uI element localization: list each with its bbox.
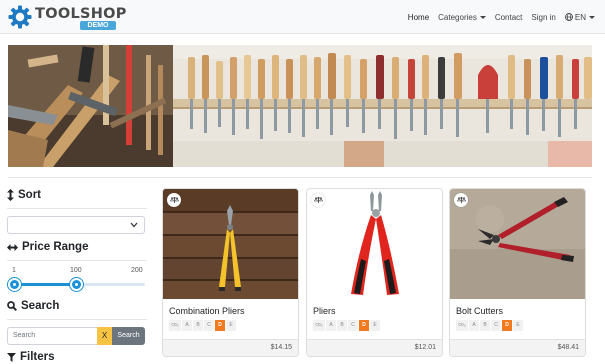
co2-label: co₂ bbox=[313, 320, 325, 331]
price-range-heading: Price Range bbox=[7, 241, 88, 253]
product-card[interactable]: Bolt Cutters co₂ A B C D E $48.41 bbox=[449, 188, 586, 357]
co2-grade: B bbox=[193, 320, 203, 331]
card-footer: $14.15 bbox=[163, 339, 298, 356]
co2-grade: E bbox=[370, 320, 380, 331]
price-slider-labels: 1 100 200 bbox=[7, 267, 147, 277]
search-heading: Search bbox=[7, 300, 59, 312]
nav-contact[interactable]: Contact bbox=[495, 13, 523, 22]
product-price: $14.15 bbox=[270, 344, 292, 351]
product-title[interactable]: Bolt Cutters bbox=[456, 306, 503, 316]
co2-grade: A bbox=[182, 320, 192, 331]
eco-badge-icon bbox=[311, 193, 325, 207]
card-footer: $12.01 bbox=[307, 339, 442, 356]
sort-arrows-icon bbox=[7, 189, 14, 201]
product-card[interactable]: Combination Pliers co₂ A B C D E $14.15 bbox=[162, 188, 299, 357]
nav-categories[interactable]: Categories bbox=[438, 13, 486, 22]
co2-grade: E bbox=[226, 320, 236, 331]
co2-grade: C bbox=[204, 320, 214, 331]
co2-grade-active: D bbox=[215, 320, 225, 331]
gear-logo-icon bbox=[8, 5, 32, 29]
co2-grade-active: D bbox=[359, 320, 369, 331]
price-max-label: 200 bbox=[131, 267, 143, 274]
co2-grade: B bbox=[337, 320, 347, 331]
tool-wall-illustration bbox=[8, 45, 592, 167]
card-footer: $48.41 bbox=[450, 339, 585, 356]
search-clear-button[interactable]: X bbox=[97, 327, 112, 345]
logo-text-shop: SHOP bbox=[79, 6, 127, 22]
filter-icon bbox=[7, 352, 16, 362]
nav-categories-label: Categories bbox=[438, 12, 477, 22]
demo-badge: DEMO bbox=[80, 21, 116, 30]
product-title[interactable]: Combination Pliers bbox=[169, 306, 245, 316]
co2-grade: A bbox=[469, 320, 479, 331]
nav-home[interactable]: Home bbox=[408, 13, 429, 22]
navbar: TOOLSHOP DEMO Home Categories Contact Si… bbox=[0, 0, 605, 34]
product-card[interactable]: Pliers co₂ A B C D E $12.01 bbox=[306, 188, 443, 357]
logo-text: TOOLSHOP bbox=[35, 6, 127, 22]
sort-heading-label: Sort bbox=[18, 189, 41, 201]
filters-heading-label: Filters bbox=[20, 351, 55, 363]
product-title[interactable]: Pliers bbox=[313, 306, 336, 316]
search-input[interactable]: Search bbox=[7, 327, 97, 345]
product-image-bolt-cutters bbox=[450, 189, 585, 299]
price-slider-max-handle[interactable] bbox=[70, 278, 83, 291]
chevron-down-icon bbox=[130, 222, 138, 228]
co2-rating: co₂ A B C D E bbox=[456, 320, 524, 331]
co2-grade: A bbox=[326, 320, 336, 331]
sort-heading: Sort bbox=[7, 189, 41, 201]
co2-grade: C bbox=[491, 320, 501, 331]
main-nav: Home Categories Contact Sign in EN bbox=[399, 0, 595, 34]
logo-text-tool: TOOL bbox=[35, 6, 80, 22]
co2-grade-active: D bbox=[502, 320, 512, 331]
divider bbox=[7, 260, 147, 261]
search-heading-label: Search bbox=[21, 300, 60, 312]
price-slider-selection bbox=[14, 283, 77, 286]
product-image-pliers bbox=[307, 189, 442, 299]
co2-grade: C bbox=[348, 320, 358, 331]
globe-icon bbox=[564, 13, 573, 21]
price-current-label: 100 bbox=[70, 267, 82, 274]
filters-heading: Filters bbox=[7, 351, 55, 363]
co2-rating: co₂ A B C D E bbox=[313, 320, 381, 331]
product-price: $48.41 bbox=[557, 344, 579, 351]
co2-label: co₂ bbox=[169, 320, 181, 331]
price-range-heading-label: Price Range bbox=[22, 241, 89, 253]
co2-label: co₂ bbox=[456, 320, 468, 331]
co2-grade: E bbox=[513, 320, 523, 331]
chevron-down-icon bbox=[479, 15, 486, 19]
co2-rating: co₂ A B C D E bbox=[169, 320, 237, 331]
eco-badge-icon bbox=[454, 193, 468, 207]
language-label: EN bbox=[574, 12, 586, 22]
eco-badge-icon bbox=[167, 193, 181, 207]
sort-select[interactable] bbox=[7, 216, 145, 234]
product-image-combination-pliers bbox=[163, 189, 298, 299]
divider bbox=[8, 177, 592, 178]
language-selector[interactable]: EN bbox=[564, 12, 595, 22]
search-icon bbox=[7, 301, 17, 311]
logo[interactable]: TOOLSHOP DEMO bbox=[8, 5, 126, 30]
divider bbox=[7, 319, 147, 320]
horizontal-arrows-icon bbox=[7, 243, 18, 251]
price-min-label: 1 bbox=[12, 267, 16, 274]
search-button[interactable]: Search bbox=[112, 327, 145, 345]
chevron-down-icon bbox=[589, 15, 595, 19]
co2-grade: B bbox=[480, 320, 490, 331]
divider bbox=[7, 208, 147, 209]
hero-banner-image bbox=[8, 45, 592, 167]
nav-sign-in[interactable]: Sign in bbox=[531, 13, 555, 22]
product-price: $12.01 bbox=[414, 344, 436, 351]
price-slider-min-handle[interactable] bbox=[8, 278, 21, 291]
